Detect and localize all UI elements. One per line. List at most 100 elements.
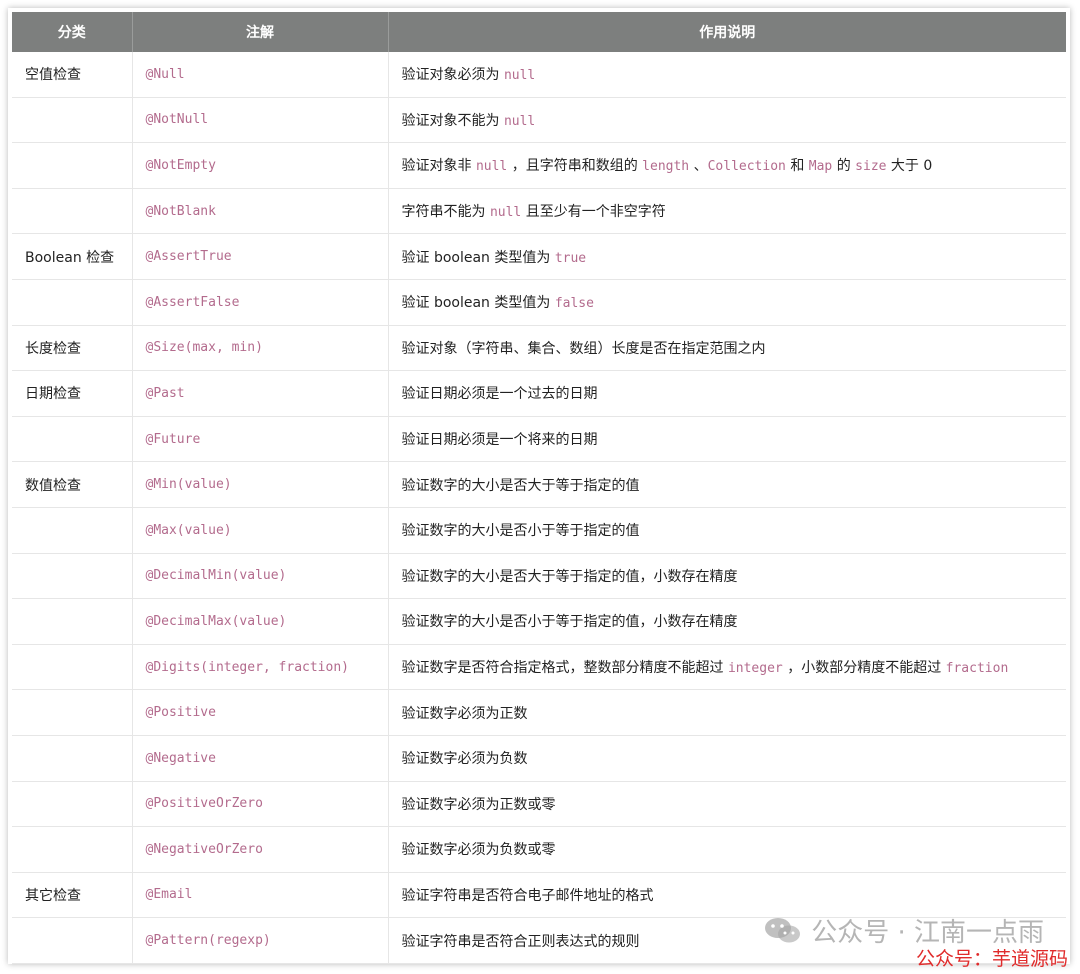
cell-category: 数值检查 [12, 461, 133, 508]
description-text: 验证日期必须是一个将来的日期 [401, 432, 598, 449]
description-text: 验证对象不能为 [401, 112, 504, 129]
table-card: 分类 注解 作用说明 空值检查 @Null 验证对象必须为 null @NotNull… [8, 8, 1070, 964]
table-row: @NotEmpty 验证对象非 null ，且字符串和数组的 length 、Co… [12, 142, 1066, 189]
cell-annotation: @Null [132, 52, 389, 98]
cell-category [12, 142, 133, 189]
description-text: 验证数字必须为正数 [401, 705, 528, 722]
table-row: @Future 验证日期必须是一个将来的日期 [12, 416, 1066, 463]
cell-category: 日期检查 [12, 370, 133, 417]
table-body: 空值检查 @Null 验证对象必须为 null @NotNull 验证对象不能为 nul… [12, 52, 1066, 964]
cell-annotation: @NotEmpty [132, 142, 389, 189]
cell-category [12, 188, 133, 235]
cell-description: 验证日期必须是一个过去的日期 [388, 370, 1066, 417]
cell-annotation: @Min(value) [132, 461, 389, 508]
description-text: ，且字符串和数组的 [507, 158, 643, 175]
cell-description: 验证 boolean 类型值为 false [388, 279, 1066, 326]
cell-description: 验证数字必须为负数或零 [388, 826, 1066, 873]
cell-category [12, 735, 133, 782]
description-text: 验证 boolean 类型值为 [401, 249, 555, 266]
inline-code: length [642, 159, 690, 175]
table-row: 数值检查 @Min(value) 验证数字的大小是否大于等于指定的值 [12, 461, 1066, 508]
cell-description: 验证数字的大小是否小于等于指定的值 [388, 507, 1066, 554]
cell-annotation: @Digits(integer, fraction) [132, 644, 389, 691]
inline-code: false [554, 296, 594, 312]
description-text: 、 [689, 158, 708, 175]
inline-code: null [475, 159, 508, 175]
cell-category [12, 689, 133, 736]
description-text: 验证数字的大小是否大于等于指定的值 [401, 477, 640, 494]
cell-category [12, 917, 133, 964]
description-text: 的 [832, 158, 856, 175]
table-row: Boolean 检查 @AssertTrue 验证 boolean 类型值为 tru… [12, 233, 1066, 280]
inline-code: null [489, 205, 522, 221]
inline-code: integer [727, 661, 783, 677]
table-row: @Max(value) 验证数字的大小是否小于等于指定的值 [12, 507, 1066, 554]
cell-category: Boolean 检查 [12, 233, 133, 280]
inline-code: size [855, 159, 887, 175]
cell-description: 验证字符串是否符合电子邮件地址的格式 [388, 872, 1066, 919]
header-category: 分类 [12, 12, 133, 52]
inline-code: Map [808, 159, 833, 175]
cell-description: 验证对象（字符串、集合、数组）长度是否在指定范围之内 [388, 325, 1066, 372]
table-row: @DecimalMax(value) 验证数字的大小是否小于等于指定的值，小数存在… [12, 598, 1066, 645]
table-row: 长度检查 @Size(max, min) 验证对象（字符串、集合、数组）长度是否在指… [12, 325, 1066, 372]
cell-category [12, 598, 133, 645]
inline-code: true [554, 250, 587, 266]
cell-annotation: @Past [132, 370, 389, 417]
table-row: @AssertFalse 验证 boolean 类型值为 false [12, 279, 1066, 326]
description-text: 验证对象（字符串、集合、数组）长度是否在指定范围之内 [401, 340, 766, 357]
table-row: @Negative 验证数字必须为负数 [12, 735, 1066, 782]
header-description: 作用说明 [388, 12, 1066, 52]
table-row: 空值检查 @Null 验证对象必须为 null [12, 52, 1066, 98]
table-row: @Positive 验证数字必须为正数 [12, 689, 1066, 736]
description-text: 验证数字的大小是否小于等于指定的值，小数存在精度 [401, 614, 738, 631]
cell-category [12, 97, 133, 144]
inline-code: fraction [945, 661, 1009, 677]
description-text: 字符串不能为 [401, 204, 490, 221]
inline-code: Collection [707, 159, 786, 175]
cell-category [12, 826, 133, 873]
cell-annotation: @Pattern(regexp) [132, 917, 389, 964]
cell-annotation: @Negative [132, 735, 389, 782]
table-row: @PositiveOrZero 验证数字必须为正数或零 [12, 781, 1066, 828]
description-text: 大于 0 [886, 158, 933, 175]
cell-category [12, 416, 133, 463]
cell-category: 长度检查 [12, 325, 133, 372]
header-annotation: 注解 [132, 12, 389, 52]
watermark-red: 公众号：芋道源码 [915, 948, 1068, 970]
cell-annotation: @NotBlank [132, 188, 389, 235]
cell-description: 字符串不能为 null 且至少有一个非空字符 [388, 188, 1066, 235]
wechat-icon [763, 916, 803, 946]
description-text: 验证数字的大小是否小于等于指定的值 [401, 523, 640, 540]
cell-annotation: @Positive [132, 689, 389, 736]
cell-description: 验证数字的大小是否小于等于指定的值，小数存在精度 [388, 598, 1066, 645]
description-text: 验证数字必须为正数或零 [401, 796, 556, 813]
description-text: 验证对象非 [401, 158, 476, 175]
cell-annotation: @DecimalMax(value) [132, 598, 389, 645]
table-row: 日期检查 @Past 验证日期必须是一个过去的日期 [12, 370, 1066, 417]
cell-annotation: @Future [132, 416, 389, 463]
description-text: 验证字符串是否符合电子邮件地址的格式 [401, 887, 654, 904]
cell-description: 验证 boolean 类型值为 true [388, 233, 1066, 280]
cell-annotation: @AssertTrue [132, 233, 389, 280]
cell-description: 验证数字必须为正数 [388, 689, 1066, 736]
cell-annotation: @AssertFalse [132, 279, 389, 326]
description-text: 验证日期必须是一个过去的日期 [401, 386, 598, 403]
cell-annotation: @Max(value) [132, 507, 389, 554]
cell-description: 验证数字的大小是否大于等于指定的值，小数存在精度 [388, 553, 1066, 600]
description-text: 和 [785, 158, 809, 175]
cell-category: 其它检查 [12, 872, 133, 919]
cell-description: 验证日期必须是一个将来的日期 [388, 416, 1066, 463]
cell-description: 验证数字必须为正数或零 [388, 781, 1066, 828]
cell-annotation: @NegativeOrZero [132, 826, 389, 873]
description-text: 验证数字必须为负数或零 [401, 842, 556, 859]
cell-description: 验证对象非 null ，且字符串和数组的 length 、Collection … [388, 142, 1066, 189]
cell-annotation: @Size(max, min) [132, 325, 389, 372]
cell-category [12, 553, 133, 600]
cell-description: 验证数字是否符合指定格式，整数部分精度不能超过 integer ，小数部分精度不… [388, 644, 1066, 691]
description-text: 验证 boolean 类型值为 [401, 295, 555, 312]
table-header: 分类 注解 作用说明 [12, 12, 1066, 52]
description-text: 验证数字的大小是否大于等于指定的值，小数存在精度 [401, 568, 738, 585]
cell-annotation: @Email [132, 872, 389, 919]
cell-description: 验证数字的大小是否大于等于指定的值 [388, 461, 1066, 508]
